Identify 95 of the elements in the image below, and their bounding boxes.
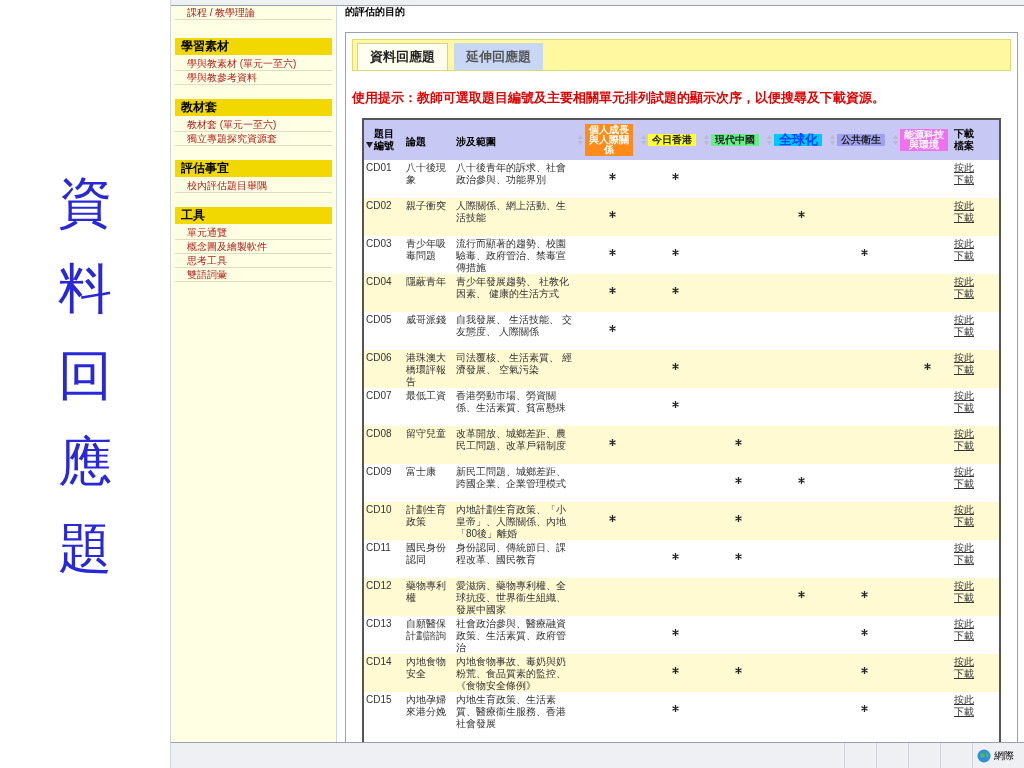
column-header[interactable]: 論題 <box>406 135 426 147</box>
sidebar-link[interactable]: 單元通覽 <box>175 226 332 240</box>
sidebar-link[interactable]: 校內評估題目舉隅 <box>175 179 332 193</box>
table-cell-text: 八十後青年的訴求、社會政治參與、功能界別 <box>455 161 567 186</box>
download-link[interactable]: 按此下載 <box>954 579 974 604</box>
table-cell-text: CD05 <box>365 313 393 326</box>
usage-hint: 使用提示：教師可選取題目編號及主要相關單元排列試題的顯示次序，以便搜尋及下載資源。 <box>352 89 886 107</box>
download-link[interactable]: 按此下載 <box>954 199 974 224</box>
sidebar-link[interactable]: 獨立專題探究資源套 <box>175 132 332 146</box>
download-link[interactable]: 按此下載 <box>954 427 974 452</box>
table-cell-text: 內地食物安全 <box>405 655 447 680</box>
table-cell-text: 社會政治參與、醫療融資政策、生活素質、政府管治 <box>455 617 567 654</box>
table-cell-text: 內地計劃生育政策、「小皇帝」、人際關係、內地「80後」離婚 <box>455 503 567 540</box>
table-cell-text: CD10 <box>365 503 393 516</box>
table-cell-text: 威哥派錢 <box>405 313 447 326</box>
section-header: 教材套 <box>175 99 332 116</box>
table-cell-text: CD06 <box>365 351 393 364</box>
status-text: 網際 <box>994 749 1014 763</box>
table-cell-text: 青少年發展趨勢、 社教化因素、 健康的生活方式 <box>455 275 570 300</box>
table-cell-text: 計劃生育政策 <box>405 503 447 528</box>
table-cell-text: 愛滋病、藥物專利權、全球抗疫、世界衞生組織、發展中國家 <box>455 579 567 616</box>
globe-icon <box>977 748 991 763</box>
section-header: 學習素材 <box>175 38 332 55</box>
table-cell-text: 親子衝突 <box>405 199 447 212</box>
section-header: 評估事宜 <box>175 160 332 177</box>
table-cell-text: 富士康 <box>405 465 437 478</box>
table-cell-text: CD12 <box>365 579 393 592</box>
download-link[interactable]: 按此下載 <box>954 389 974 414</box>
download-link[interactable]: 按此下載 <box>954 161 974 186</box>
download-link[interactable]: 按此下載 <box>954 351 974 376</box>
category-button[interactable]: 公共衛生 <box>837 133 885 146</box>
sidebar-link[interactable]: 概念圖及繪製軟件 <box>175 240 332 254</box>
table-cell-text: CD13 <box>365 617 393 630</box>
sidebar-link[interactable]: 學與教素材 (單元一至六) <box>175 57 332 71</box>
sidebar-link[interactable]: 思考工具 <box>175 254 332 268</box>
table-cell-text: 改革開放、城鄉差距、農民工問題、改革戶籍制度 <box>455 427 567 452</box>
table-cell-text: CD14 <box>365 655 393 668</box>
download-link[interactable]: 按此下載 <box>954 275 974 300</box>
table-cell-text: CD01 <box>365 161 393 174</box>
column-header[interactable]: 下載檔案 <box>954 127 974 152</box>
table-cell-text: 人際關係、網上活動、生活技能 <box>455 199 567 224</box>
download-link[interactable]: 按此下載 <box>954 541 974 566</box>
table-cell-text: 隱蔽青年 <box>405 275 447 288</box>
table-cell-text: CD09 <box>365 465 393 478</box>
table-cell-text: 國民身份認同 <box>405 541 447 566</box>
table-cell-text: 香港勞動市場、勞資關係、生活素質、貧富懸殊 <box>455 389 567 414</box>
table-cell-text: 自我發展、 生活技能、 交友態度、 人際關係 <box>455 313 573 338</box>
sort-down-icon[interactable] <box>366 141 373 148</box>
sidebar-link[interactable]: 教材套 (單元一至六) <box>175 118 332 132</box>
download-link[interactable]: 按此下載 <box>954 617 974 642</box>
download-link[interactable]: 按此下載 <box>954 237 974 262</box>
table-cell-text: 內地生育政策、生活素質、醫療衞生服務、香港社會發展 <box>455 693 567 730</box>
table-cell-text: 內地食物事故、毒奶與奶粉荒、食品質素的監控、《食物安全條例》 <box>455 655 567 692</box>
sidebar-link[interactable]: 學與教參考資料 <box>175 71 332 85</box>
page-text: 的評估的目的 <box>345 6 406 18</box>
table-cell-text: 自願醫保計劃諮詢 <box>405 617 447 642</box>
table-cell-text: 最低工資 <box>405 389 447 402</box>
sort-arrows-icon[interactable] <box>767 134 772 145</box>
table-cell-text: 藥物專利權 <box>405 579 447 604</box>
table-cell-text: CD04 <box>365 275 393 288</box>
table-cell-text: 留守兒童 <box>405 427 447 440</box>
table-cell-text: CD11 <box>365 541 392 554</box>
download-link[interactable]: 按此下載 <box>954 465 974 490</box>
download-link[interactable]: 按此下載 <box>954 503 974 528</box>
download-link[interactable]: 按此下載 <box>954 313 974 338</box>
table-cell-text: CD02 <box>365 199 393 212</box>
sidebar-link[interactable]: 課程 / 教學理論 <box>175 6 332 20</box>
tab[interactable]: 資料回應題 <box>357 43 448 70</box>
table-cell-text: CD03 <box>365 237 393 250</box>
sort-arrows-icon[interactable] <box>893 134 898 145</box>
sort-arrows-icon[interactable] <box>704 134 709 145</box>
column-header[interactable]: 涉及範圍 <box>456 135 496 147</box>
tab[interactable]: 延伸回應題 <box>454 43 543 70</box>
table-cell-text: 內地孕婦來港分娩 <box>405 693 447 718</box>
table-cell-text: CD07 <box>365 389 393 402</box>
category-button[interactable]: 今日香港 <box>648 133 696 146</box>
sort-arrows-icon[interactable] <box>578 134 583 145</box>
sort-arrows-icon[interactable] <box>830 134 835 145</box>
table-cell-text: 身份認同、傳統節日、課程改革、國民教育 <box>455 541 567 566</box>
table-cell-text: 港珠澳大橋環評報告 <box>405 351 447 388</box>
download-link[interactable]: 按此下載 <box>954 655 974 680</box>
table-cell-text: 新民工問題、城鄉差距、跨國企業、企業管理模式 <box>455 465 567 490</box>
category-button[interactable]: 現代中國 <box>711 133 759 146</box>
sort-arrows-icon[interactable] <box>641 134 646 145</box>
sidebar-link[interactable]: 雙語詞彙 <box>175 268 332 282</box>
table-cell-text: CD15 <box>365 693 393 706</box>
table-cell-text: 青少年吸毒問題 <box>405 237 447 262</box>
table-cell-text: 八十後現象 <box>405 161 447 186</box>
table-cell-text: 司法覆核、 生活素質、 經濟發展、 空氣污染 <box>455 351 573 376</box>
download-link[interactable]: 按此下載 <box>954 693 974 718</box>
table-cell-text: CD08 <box>365 427 393 440</box>
table-cell-text: 流行而顯著的趨勢、校園驗毒、政府管治、禁毒宣傳措施 <box>455 237 567 274</box>
section-header: 工具 <box>175 207 332 224</box>
slide-title: 資料回應題 <box>58 170 112 582</box>
column-header[interactable]: 題目編號 <box>374 127 394 152</box>
